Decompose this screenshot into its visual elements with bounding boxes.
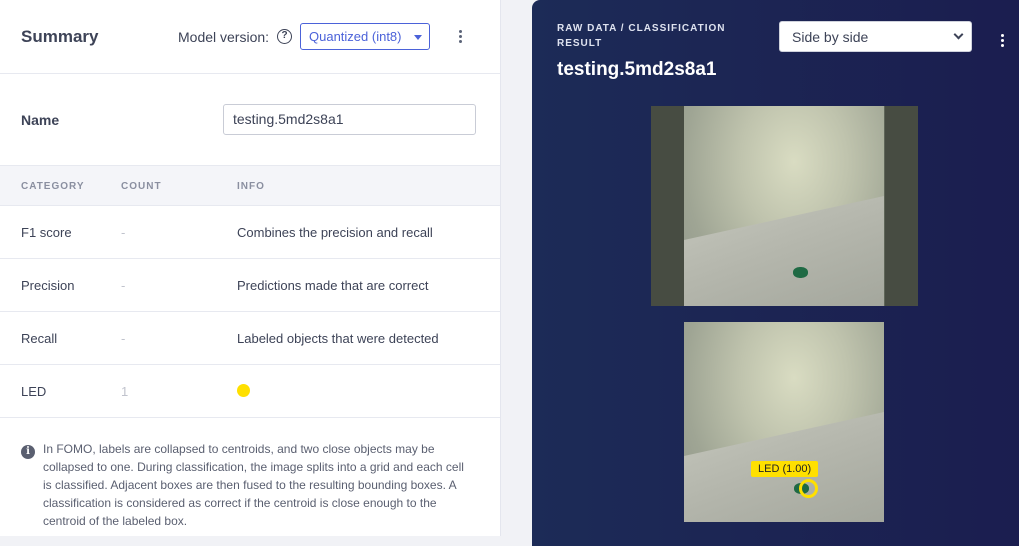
note-text: In FOMO, labels are collapsed to centroi… <box>43 442 464 528</box>
caret-down-icon <box>414 35 422 40</box>
column-header-count: COUNT <box>121 181 162 192</box>
detection-centroid-marker <box>799 479 818 498</box>
row-category: Precision <box>21 278 75 293</box>
summary-header: Summary Model version: ? Quantized (int8… <box>0 0 500 74</box>
raw-data-label: RAW DATA / CLASSIFICATION RESULT <box>557 23 726 49</box>
more-options-icon[interactable] <box>459 30 463 44</box>
detection-label: LED (1.00) <box>751 461 819 477</box>
row-count: - <box>121 331 126 346</box>
row-category: Recall <box>21 331 58 346</box>
raw-image <box>651 106 918 306</box>
row-info: Labeled objects that were detected <box>237 331 439 346</box>
name-label: Name <box>21 112 60 128</box>
model-version-value: Quantized (int8) <box>309 29 402 44</box>
name-row: Name testing.5md2s8a1 <box>0 74 500 166</box>
row-count: - <box>121 225 126 240</box>
chevron-down-icon <box>953 29 964 40</box>
row-count: 1 <box>121 384 129 399</box>
model-version-dropdown[interactable]: Quantized (int8) <box>300 23 430 50</box>
classification-image: LED (1.00) <box>684 322 884 522</box>
summary-panel: Summary Model version: ? Quantized (int8… <box>0 0 501 536</box>
row-count: - <box>121 278 126 293</box>
table-row: Recall - Labeled objects that were detec… <box>0 312 500 365</box>
table-header: CATEGORY COUNT INFO <box>0 166 500 206</box>
row-category: LED <box>21 384 47 399</box>
led-color-dot <box>237 384 250 397</box>
panel-more-options-icon[interactable] <box>1001 34 1005 48</box>
summary-title: Summary <box>21 27 99 46</box>
table-row: LED 1 <box>0 365 500 418</box>
column-header-info: INFO <box>237 181 265 192</box>
row-info: Predictions made that are correct <box>237 278 429 293</box>
raw-data-panel: RAW DATA / CLASSIFICATION RESULT testing… <box>532 0 1019 546</box>
table-row: Precision - Predictions made that are co… <box>0 259 500 312</box>
view-mode-select[interactable]: Side by side <box>779 21 972 52</box>
row-info: Combines the precision and recall <box>237 225 433 240</box>
column-header-category: CATEGORY <box>21 181 85 192</box>
help-icon[interactable]: ? <box>277 29 292 44</box>
sample-title: testing.5md2s8a1 <box>557 59 717 80</box>
model-version-label: Model version: <box>178 29 270 45</box>
name-input[interactable]: testing.5md2s8a1 <box>223 104 476 135</box>
info-icon: i <box>21 445 35 459</box>
led-object <box>793 267 808 278</box>
table-row: F1 score - Combines the precision and re… <box>0 206 500 259</box>
row-category: F1 score <box>21 225 72 240</box>
view-mode-value: Side by side <box>792 29 869 45</box>
